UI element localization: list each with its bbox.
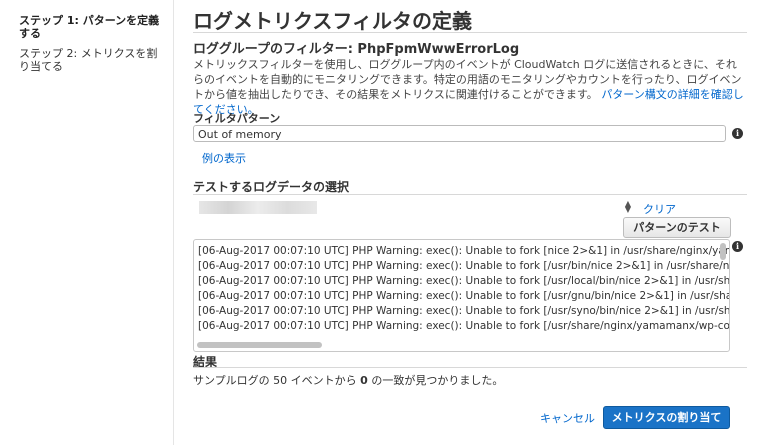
title-divider (193, 32, 747, 33)
cancel-link[interactable]: キャンセル (540, 410, 595, 426)
horizontal-scrollbar[interactable] (197, 342, 322, 348)
filter-info-icon[interactable]: i (732, 128, 743, 139)
show-examples-link[interactable]: 例の表示 (202, 150, 246, 166)
description-text: メトリックスフィルターを使用し、ロググループ内のイベントが CloudWatch… (193, 57, 745, 117)
log-info-icon[interactable]: i (732, 241, 743, 252)
log-line: [06-Aug-2017 00:07:10 UTC] PHP Warning: … (198, 260, 730, 272)
log-data-select[interactable]: ▲ ▼ (193, 199, 637, 216)
clear-link[interactable]: クリア (643, 201, 676, 217)
match-count: 0 (360, 374, 368, 387)
results-divider (193, 367, 747, 368)
filter-pattern-label: フィルタパターン (193, 112, 281, 125)
log-line: [06-Aug-2017 00:07:10 UTC] PHP Warning: … (198, 320, 730, 332)
vertical-scrollbar[interactable] (720, 243, 726, 260)
redacted-log-stream-name (199, 201, 317, 214)
filter-pattern-input[interactable]: Out of memory (193, 125, 726, 142)
main-content: ログメトリクスフィルタの定義 ロググループのフィルター: PhpFpmWwwEr… (193, 0, 753, 445)
log-line: [06-Aug-2017 00:07:10 UTC] PHP Warning: … (198, 245, 730, 257)
log-group-subtitle: ロググループのフィルター: PhpFpmWwwErrorLog (193, 42, 520, 57)
sidebar-step-2[interactable]: ステップ 2: メトリクスを割り当てる (19, 47, 164, 73)
results-summary: サンプルログの 50 イベントから 0 の一致が見つかりました。 (193, 372, 503, 388)
results-prefix: サンプルログの (193, 374, 274, 387)
log-line: [06-Aug-2017 00:07:10 UTC] PHP Warning: … (198, 305, 730, 317)
test-pattern-button[interactable]: パターンのテスト (623, 217, 731, 238)
page-title: ログメトリクスフィルタの定義 (193, 9, 472, 33)
wizard-sidebar: ステップ 1: パターンを定義する ステップ 2: メトリクスを割り当てる (0, 0, 174, 445)
select-arrows-icon: ▲ ▼ (624, 199, 631, 214)
log-line: [06-Aug-2017 00:07:10 UTC] PHP Warning: … (198, 275, 730, 287)
results-suffix: の一致が見つかりました。 (367, 374, 504, 387)
test-divider (193, 194, 747, 195)
sidebar-step-1[interactable]: ステップ 1: パターンを定義する (19, 14, 164, 40)
log-line: [06-Aug-2017 00:07:10 UTC] PHP Warning: … (198, 290, 730, 302)
log-sample-textarea[interactable]: [06-Aug-2017 00:07:10 UTC] PHP Warning: … (193, 239, 730, 352)
results-middle: イベントから (287, 374, 361, 387)
test-data-title: テストするログデータの選択 (193, 180, 350, 194)
assign-metric-button[interactable]: メトリクスの割り当て (603, 406, 730, 429)
sample-count: 50 (273, 374, 288, 387)
